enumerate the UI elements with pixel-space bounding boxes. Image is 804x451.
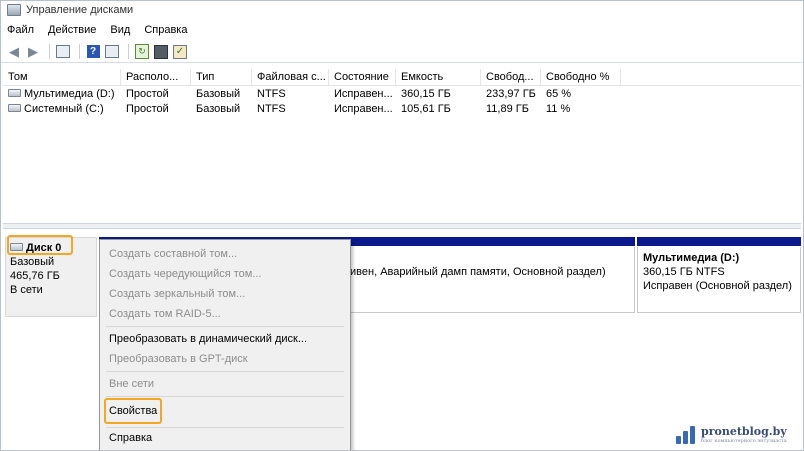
free-space-cell: 233,97 ГБ — [486, 88, 536, 100]
rescan-disks-icon[interactable] — [153, 44, 169, 60]
filesystem-cell: NTFS — [257, 103, 286, 115]
menu-file[interactable]: Файл — [7, 24, 34, 36]
disk-management-window: Управление дисками Файл Действие Вид Спр… — [0, 0, 804, 451]
context-menu: Создать составной том... Создать чередую… — [99, 239, 351, 450]
column-header-free-space[interactable]: Свобод... — [481, 69, 541, 85]
show-hide-tree-icon[interactable] — [55, 44, 71, 60]
refresh-icon[interactable]: ↻ — [134, 44, 150, 60]
back-arrow-icon[interactable]: ◀ — [6, 44, 22, 60]
menu-separator — [106, 396, 344, 397]
volume-name-cell: Мультимедиа (D:) — [3, 87, 121, 102]
partition-d[interactable]: Мультимедиа (D:) 360,15 ГБ NTFS Исправен… — [637, 247, 801, 313]
menu-item-create-striped[interactable]: Создать чередующийся том... — [100, 265, 350, 283]
column-header-type[interactable]: Тип — [191, 69, 252, 85]
disk-management-icon — [7, 4, 21, 16]
watermark-tagline: блог компьютерного энтузиаста — [701, 437, 787, 444]
volume-list-header: Том Располо... Тип Файловая с... Состоян… — [3, 69, 801, 86]
toolbar: ◀ ▶ ? ↻ ✓ — [1, 41, 803, 63]
volume-name-cell: Системный (C:) — [3, 102, 121, 117]
status-cell: Исправен... — [334, 88, 393, 100]
disk-size: 465,76 ГБ — [10, 270, 60, 282]
toolbar-separator — [79, 44, 80, 59]
action-pane-icon[interactable] — [104, 44, 120, 60]
menu-item-convert-gpt[interactable]: Преобразовать в GPT-диск — [100, 350, 350, 368]
title-bar: Управление дисками — [1, 1, 803, 19]
watermark-text: pronetblog.by блог компьютерного энтузиа… — [701, 425, 787, 444]
pane-splitter[interactable] — [3, 223, 801, 229]
capacity-cell: 360,15 ГБ — [401, 88, 451, 100]
table-row[interactable]: Системный (C:) Простой Базовый NTFS Испр… — [3, 102, 801, 117]
column-header-filesystem[interactable]: Файловая с... — [252, 69, 329, 85]
menu-item-offline[interactable]: Вне сети — [100, 375, 350, 393]
window-title: Управление дисками — [26, 4, 134, 16]
menu-view[interactable]: Вид — [110, 24, 130, 36]
free-space-cell: 11,89 ГБ — [486, 103, 529, 115]
site-watermark: pronetblog.by блог компьютерного энтузиа… — [676, 419, 802, 449]
disk-type: Базовый — [10, 256, 55, 268]
menu-item-help[interactable]: Справка — [100, 429, 350, 447]
volume-name: Мультимедиа (D:) — [24, 88, 115, 100]
menu-item-convert-dynamic[interactable]: Преобразовать в динамический диск... — [100, 330, 350, 348]
volume-name: Системный (C:) — [24, 103, 104, 115]
partition-d-size: 360,15 ГБ NTFS — [643, 266, 725, 278]
column-header-volume[interactable]: Том — [3, 69, 121, 85]
forward-arrow-icon[interactable]: ▶ — [25, 44, 41, 60]
disk-name-highlight — [7, 235, 73, 255]
menu-bar: Файл Действие Вид Справка — [1, 21, 803, 39]
menu-item-create-raid5[interactable]: Создать том RAID-5... — [100, 305, 350, 323]
filesystem-cell: NTFS — [257, 88, 286, 100]
capacity-cell: 105,61 ГБ — [401, 103, 451, 115]
table-row[interactable]: Мультимедиа (D:) Простой Базовый NTFS Ис… — [3, 87, 801, 102]
type-cell: Базовый — [196, 103, 241, 115]
menu-action[interactable]: Действие — [48, 24, 96, 36]
toolbar-separator — [49, 44, 50, 59]
free-percent-cell: 11 % — [546, 103, 571, 115]
volume-list: Мультимедиа (D:) Простой Базовый NTFS Ис… — [3, 87, 801, 117]
disk-status: В сети — [10, 284, 43, 296]
menu-separator — [106, 326, 344, 327]
layout-cell: Простой — [126, 88, 169, 100]
column-header-status[interactable]: Состояние — [329, 69, 396, 85]
column-header-free-percent[interactable]: Свободно % — [541, 69, 621, 85]
properties-highlight — [104, 398, 162, 424]
volume-icon — [8, 104, 21, 113]
watermark-logo-icon — [676, 424, 697, 444]
volume-icon — [8, 89, 21, 98]
properties-icon[interactable]: ✓ — [172, 44, 188, 60]
column-header-layout[interactable]: Располо... — [121, 69, 191, 85]
column-header-capacity[interactable]: Емкость — [396, 69, 481, 85]
menu-separator — [106, 427, 344, 428]
partition-d-bar — [637, 237, 801, 246]
menu-separator — [106, 371, 344, 372]
watermark-site: pronetblog.by — [701, 424, 787, 438]
layout-cell: Простой — [126, 103, 169, 115]
toolbar-separator — [128, 44, 129, 59]
menu-item-create-spanned[interactable]: Создать составной том... — [100, 245, 350, 263]
status-cell: Исправен... — [334, 103, 393, 115]
type-cell: Базовый — [196, 88, 241, 100]
partition-d-name: Мультимедиа (D:) — [643, 252, 740, 264]
partition-d-status: Исправен (Основной раздел) — [643, 280, 792, 292]
menu-help[interactable]: Справка — [144, 24, 187, 36]
menu-item-create-mirrored[interactable]: Создать зеркальный том... — [100, 285, 350, 303]
help-icon[interactable]: ? — [85, 44, 101, 60]
free-percent-cell: 65 % — [546, 88, 572, 100]
